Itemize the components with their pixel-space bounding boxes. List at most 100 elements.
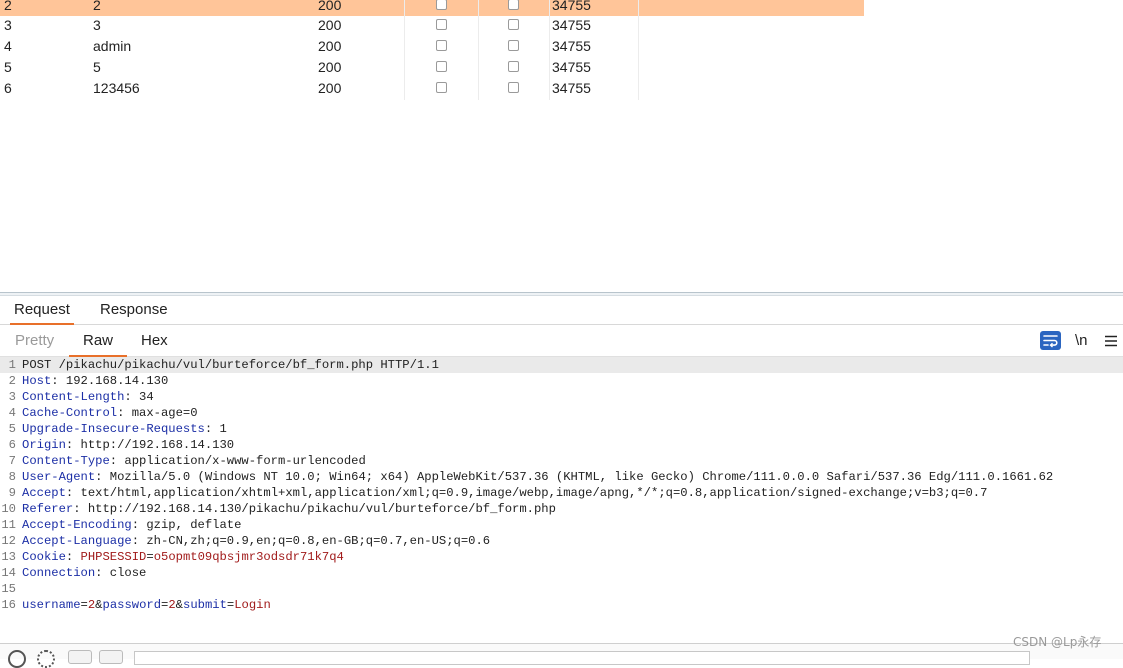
timeout-checkbox[interactable] bbox=[508, 82, 519, 93]
request-number: 4 bbox=[4, 38, 12, 54]
gear-icon[interactable] bbox=[37, 650, 55, 668]
search-input[interactable] bbox=[134, 651, 1030, 665]
table-row[interactable]: 5 5 200 34755 bbox=[0, 57, 864, 78]
code-line: 3 Content-Length: 34 bbox=[0, 389, 1123, 405]
column-divider bbox=[404, 0, 405, 100]
code-text: POST /pikachu/pikachu/vul/burteforce/bf_… bbox=[22, 357, 439, 373]
tab-raw[interactable]: Raw bbox=[68, 325, 128, 357]
code-text: Accept: text/html,application/xhtml+xml,… bbox=[22, 486, 988, 500]
code-text: Host: 192.168.14.130 bbox=[22, 374, 169, 388]
payload-cell: 2 bbox=[93, 0, 101, 13]
line-number: 2 bbox=[8, 374, 16, 388]
code-text: Upgrade-Insecure-Requests: 1 bbox=[22, 422, 227, 436]
error-checkbox[interactable] bbox=[436, 0, 447, 10]
tab-hex[interactable]: Hex bbox=[141, 325, 168, 356]
line-number: 3 bbox=[8, 390, 16, 404]
status-cell: 200 bbox=[318, 80, 342, 96]
request-number: 2 bbox=[4, 0, 12, 13]
error-checkbox[interactable] bbox=[436, 82, 447, 93]
timeout-checkbox[interactable] bbox=[508, 40, 519, 51]
code-line: 12 Accept-Language: zh-CN,zh;q=0.9,en;q=0… bbox=[0, 533, 1123, 549]
line-number: 8 bbox=[8, 470, 16, 484]
tab-pretty[interactable]: Pretty bbox=[15, 325, 54, 356]
code-line: 15 bbox=[0, 581, 1123, 597]
code-line: 16 username=2&password=2&submit=Login bbox=[0, 597, 1123, 613]
header-name: Referer bbox=[22, 502, 74, 516]
status-cell: 200 bbox=[318, 38, 342, 54]
param-value: Login bbox=[234, 598, 271, 612]
param-value: 2 bbox=[168, 598, 176, 612]
status-cell: 200 bbox=[318, 59, 342, 75]
editor-tabs: Pretty Raw Hex \n bbox=[0, 325, 1123, 357]
line-number: 10 bbox=[1, 502, 16, 516]
header-name: Host bbox=[22, 374, 52, 388]
header-name: Accept-Language bbox=[22, 534, 132, 548]
header-name: Cache-Control bbox=[22, 406, 118, 420]
request-line: POST /pikachu/pikachu/vul/burteforce/bf_… bbox=[22, 358, 439, 372]
header-name: Content-Type bbox=[22, 454, 110, 468]
length-cell: 34755 bbox=[552, 0, 591, 13]
show-newlines-button[interactable]: \n bbox=[1075, 325, 1088, 356]
code-text: Content-Type: application/x-www-form-url… bbox=[22, 454, 366, 468]
line-number: 14 bbox=[1, 566, 16, 580]
timeout-checkbox[interactable] bbox=[508, 0, 519, 10]
header-name: Accept-Encoding bbox=[22, 518, 132, 532]
code-text: Origin: http://192.168.14.130 bbox=[22, 438, 235, 452]
line-number: 4 bbox=[8, 406, 16, 420]
code-text: Accept-Encoding: gzip, deflate bbox=[22, 518, 242, 532]
param-name: submit bbox=[183, 598, 227, 612]
table-row[interactable]: 3 3 200 34755 bbox=[0, 15, 864, 36]
length-cell: 34755 bbox=[552, 80, 591, 96]
next-button[interactable] bbox=[99, 650, 123, 664]
watermark: CSDN @Lp永存 bbox=[1013, 635, 1102, 649]
cookie-value: o5opmt09qbsjmr3odsdr71k7q4 bbox=[153, 550, 344, 564]
error-checkbox[interactable] bbox=[436, 19, 447, 30]
column-divider bbox=[638, 0, 639, 100]
column-divider bbox=[549, 0, 550, 100]
tab-response[interactable]: Response bbox=[100, 296, 168, 324]
param-separator: & bbox=[95, 598, 103, 612]
tab-request[interactable]: Request bbox=[10, 296, 74, 325]
line-number: 15 bbox=[1, 582, 16, 596]
hamburger-menu-icon[interactable] bbox=[1105, 325, 1117, 356]
message-tabs: Request Response bbox=[0, 296, 1123, 325]
request-number: 5 bbox=[4, 59, 12, 75]
table-row[interactable]: 4 admin 200 34755 bbox=[0, 36, 864, 57]
code-text: User-Agent: Mozilla/5.0 (Windows NT 10.0… bbox=[22, 470, 1054, 484]
table-row[interactable]: 6 123456 200 34755 bbox=[0, 78, 864, 99]
length-cell: 34755 bbox=[552, 38, 591, 54]
table-row[interactable]: 2 2 200 34755 bbox=[0, 0, 864, 16]
help-icon[interactable] bbox=[8, 650, 26, 668]
header-value: max-age=0 bbox=[124, 406, 198, 420]
column-divider bbox=[478, 0, 479, 100]
header-value: zh-CN,zh;q=0.9,en;q=0.8,en-GB;q=0.7,en-U… bbox=[139, 534, 491, 548]
raw-request-editor[interactable]: 1 POST /pikachu/pikachu/vul/burteforce/bf… bbox=[0, 357, 1123, 643]
timeout-checkbox[interactable] bbox=[508, 61, 519, 72]
code-line: 5 Upgrade-Insecure-Requests: 1 bbox=[0, 421, 1123, 437]
results-table: 2 2 200 34755 3 3 200 34755 4 admin 200 34755 5 5 200 3… bbox=[0, 0, 864, 100]
line-number: 7 bbox=[8, 454, 16, 468]
param-name: password bbox=[102, 598, 162, 612]
code-text: Cache-Control: max-age=0 bbox=[22, 406, 198, 420]
previous-button[interactable] bbox=[68, 650, 92, 664]
wrap-lines-icon[interactable] bbox=[1040, 331, 1061, 350]
error-checkbox[interactable] bbox=[436, 40, 447, 51]
header-name: Cookie bbox=[22, 550, 66, 564]
header-name: Content-Length bbox=[22, 390, 125, 404]
cookie-name: PHPSESSID bbox=[80, 550, 147, 564]
error-checkbox[interactable] bbox=[436, 61, 447, 72]
header-name: Connection bbox=[22, 566, 96, 580]
header-value: 192.168.14.130 bbox=[58, 374, 169, 388]
code-line: 7 Content-Type: application/x-www-form-ur… bbox=[0, 453, 1123, 469]
payload-cell: 3 bbox=[93, 17, 101, 33]
param-separator: = bbox=[80, 598, 88, 612]
request-number: 6 bbox=[4, 80, 12, 96]
param-name: username bbox=[22, 598, 81, 612]
header-value: 1 bbox=[212, 422, 227, 436]
header-value: text/html,application/xhtml+xml,applicat… bbox=[73, 486, 988, 500]
timeout-checkbox[interactable] bbox=[508, 19, 519, 30]
line-number: 16 bbox=[1, 598, 16, 612]
code-line: 14 Connection: close bbox=[0, 565, 1123, 581]
code-text: Content-Length: 34 bbox=[22, 390, 154, 404]
code-line: 11 Accept-Encoding: gzip, deflate bbox=[0, 517, 1123, 533]
